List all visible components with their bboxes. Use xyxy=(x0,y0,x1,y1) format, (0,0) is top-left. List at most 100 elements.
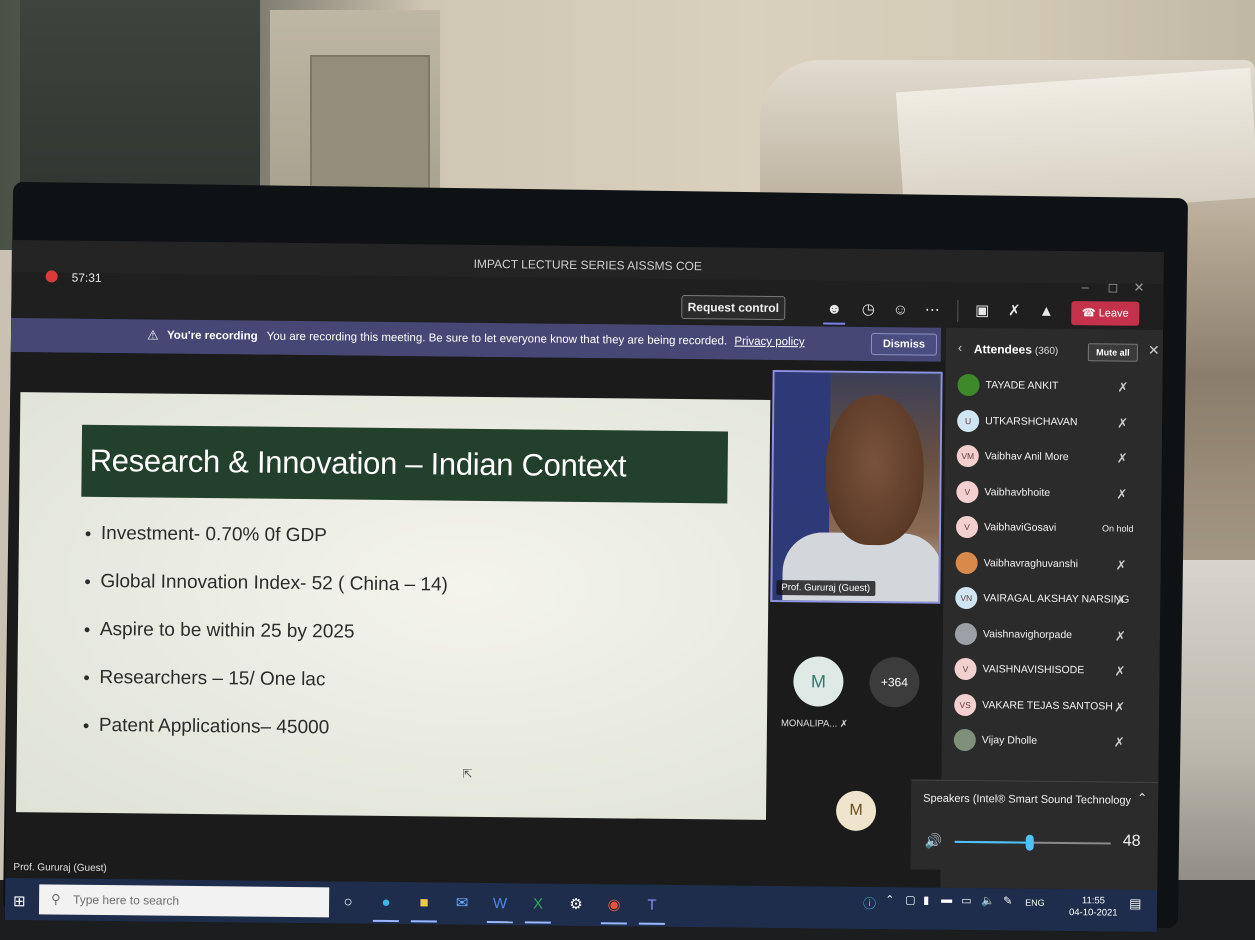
leave-label: Leave xyxy=(1098,307,1129,320)
language-indicator[interactable]: ENG xyxy=(1025,898,1045,908)
attendee-avatar: V xyxy=(956,480,979,503)
camera-off-icon[interactable]: ▣ xyxy=(971,300,993,322)
bullet-dot-icon: • xyxy=(84,571,91,592)
maximize-icon[interactable]: ◻ xyxy=(1107,279,1118,295)
attendee-row[interactable]: Vijay Dholle ✗ xyxy=(953,723,1150,759)
speaker-icon[interactable]: 🔊 xyxy=(925,833,943,850)
attendee-avatar: U xyxy=(957,409,980,432)
attendee-avatar: V xyxy=(954,657,977,681)
word-icon[interactable]: W xyxy=(487,891,513,917)
warning-icon: ⚠ xyxy=(146,327,159,343)
close-icon[interactable]: ✕ xyxy=(1133,280,1144,296)
mic-off-icon[interactable]: ✗ xyxy=(1003,300,1025,322)
reactions-icon[interactable]: ☺ xyxy=(889,299,911,321)
dismiss-button[interactable]: Dismiss xyxy=(870,333,938,356)
attendee-row[interactable]: Vaishnavighorpade ✗ xyxy=(954,616,1151,652)
file-explorer-icon[interactable]: ■ xyxy=(411,890,437,916)
share-icon[interactable]: ▲ xyxy=(1035,301,1057,323)
teams-icon[interactable]: T xyxy=(639,893,665,919)
chevron-up-icon[interactable]: ⌃ xyxy=(1137,791,1147,805)
window-title: IMPACT LECTURE SERIES AISSMS COE xyxy=(473,256,702,274)
volume-icon[interactable]: 🔈 xyxy=(981,894,995,907)
network-icon[interactable]: ▭ xyxy=(961,894,972,907)
video-tile-presenter[interactable]: Prof. Gururaj (Guest) xyxy=(770,369,943,604)
mic-off-icon: ✗ xyxy=(1117,379,1129,395)
bullet-dot-icon: • xyxy=(83,667,90,688)
attendee-name: Vaibhav Anil More xyxy=(984,450,1069,464)
mic-off-icon: ✗ xyxy=(1115,592,1127,608)
attendee-name: Vaishnavighorpade xyxy=(982,627,1073,641)
help-icon[interactable]: ⓘ xyxy=(863,893,876,912)
more-participants-button[interactable]: +364 xyxy=(869,657,920,708)
attendee-name: VAKARE TEJAS SANTOSH xyxy=(982,698,1113,713)
audio-device-name[interactable]: Speakers (Intel® Smart Sound Technology … xyxy=(923,793,1133,807)
attendee-row[interactable]: Vaibhavraghuvanshi ✗ xyxy=(955,545,1151,581)
slide-bullet: • Global Innovation Index- 52 ( China – 1… xyxy=(84,569,724,624)
attendee-row[interactable]: VM Vaibhav Anil More ✗ xyxy=(956,439,1153,475)
minimize-icon[interactable]: – xyxy=(1081,279,1088,294)
chat-icon[interactable]: ◷ xyxy=(857,299,879,321)
volume-fill xyxy=(954,840,1030,844)
participant-avatar-self[interactable]: M xyxy=(835,790,877,832)
slide-bullet-text: Researchers – 15/ One lac xyxy=(99,666,326,691)
video-name-label: Prof. Gururaj (Guest) xyxy=(776,580,876,597)
mouse-cursor-icon: ⇱ xyxy=(462,766,473,781)
people-icon[interactable]: ☻ xyxy=(823,299,845,321)
chrome-icon[interactable]: ◉ xyxy=(601,892,627,918)
slide-bullet: • Patent Applications– 45000 xyxy=(83,713,723,768)
task-view-icon[interactable]: ○ xyxy=(335,889,361,915)
attendee-avatar xyxy=(955,551,978,574)
meeting-timer: 57:31 xyxy=(71,270,102,285)
slide-bullet-text: Investment- 0.70% 0f GDP xyxy=(100,522,328,547)
attendee-name: TAYADE ANKIT xyxy=(985,379,1059,392)
slide-bullet-list: • Investment- 0.70% 0f GDP • Global Innova… xyxy=(83,521,725,768)
shared-slide: Research & Innovation – Indian Context •… xyxy=(16,392,771,820)
chevron-left-icon[interactable]: ‹ xyxy=(958,340,963,355)
taskbar-clock[interactable]: 11:55 04-10-2021 xyxy=(1069,895,1118,920)
edge-icon[interactable]: ● xyxy=(373,890,399,916)
attendee-row[interactable]: VN VAIRAGAL AKSHAY NARSING ✗ xyxy=(955,581,1151,617)
taskbar-search-box[interactable]: ⚲ Type here to search xyxy=(38,884,330,918)
volume-slider[interactable] xyxy=(954,834,1111,851)
microphone-icon[interactable]: ▮ xyxy=(923,894,929,907)
request-control-button[interactable]: Request control xyxy=(681,295,786,321)
more-icon[interactable]: ⋯ xyxy=(921,300,943,322)
attendee-row[interactable]: TAYADE ANKIT ✗ xyxy=(957,368,1153,404)
attendee-row[interactable]: V VAISHNAVISHISODE ✗ xyxy=(954,652,1150,688)
participant-avatar[interactable]: M xyxy=(793,656,844,707)
volume-thumb[interactable] xyxy=(1025,834,1034,851)
people-active-indicator xyxy=(823,322,846,325)
privacy-policy-link[interactable]: Privacy policy xyxy=(734,336,804,349)
bullet-dot-icon: • xyxy=(83,619,91,640)
banner-title: You're recording xyxy=(166,329,258,343)
teams-window: IMPACT LECTURE SERIES AISSMS COE – ◻ ✕ 5… xyxy=(4,240,1164,933)
pen-icon[interactable]: ✎ xyxy=(1003,894,1012,907)
search-placeholder: Type here to search xyxy=(73,892,180,908)
excel-icon[interactable]: X xyxy=(525,891,551,917)
mic-off-icon: ✗ xyxy=(1114,699,1126,715)
chevron-up-icon[interactable]: ⌃ xyxy=(885,893,894,906)
attendees-header: ‹ Attendees (360) Mute all ✕ xyxy=(958,338,1160,366)
attendee-row[interactable]: V VaibhaviGosavi On hold xyxy=(955,510,1152,546)
participant-name: MONALIPA... ✗ xyxy=(781,718,848,730)
mic-off-icon: ✗ xyxy=(1115,557,1127,573)
attendee-name: Vaibhavbhoite xyxy=(984,485,1051,499)
windows-start-icon[interactable]: ⊞ xyxy=(13,892,26,910)
search-icon: ⚲ xyxy=(51,891,61,907)
attendee-row[interactable]: VS VAKARE TEJAS SANTOSH ✗ xyxy=(954,687,1150,723)
settings-icon[interactable]: ⚙ xyxy=(563,892,589,918)
mic-off-icon: ✗ xyxy=(1117,415,1129,431)
attendee-row[interactable]: V Vaibhavbhoite ✗ xyxy=(956,474,1152,510)
mic-off-icon: ✗ xyxy=(1116,486,1128,502)
teams-active-indicator xyxy=(638,922,665,925)
attendee-row[interactable]: U UTKARSHCHAVAN ✗ xyxy=(957,403,1153,439)
mail-icon[interactable]: ✉ xyxy=(449,891,475,917)
leave-button[interactable]: ☎ Leave xyxy=(1071,301,1140,326)
mic-off-icon: ✗ xyxy=(1114,663,1126,679)
battery-icon[interactable]: ▬ xyxy=(941,894,952,906)
meet-now-icon[interactable]: ▢ xyxy=(905,893,916,906)
photo-dark-door xyxy=(20,0,260,210)
close-icon[interactable]: ✕ xyxy=(1148,342,1160,359)
notification-icon[interactable]: ▤ xyxy=(1129,896,1141,912)
mute-all-button[interactable]: Mute all xyxy=(1087,343,1138,362)
